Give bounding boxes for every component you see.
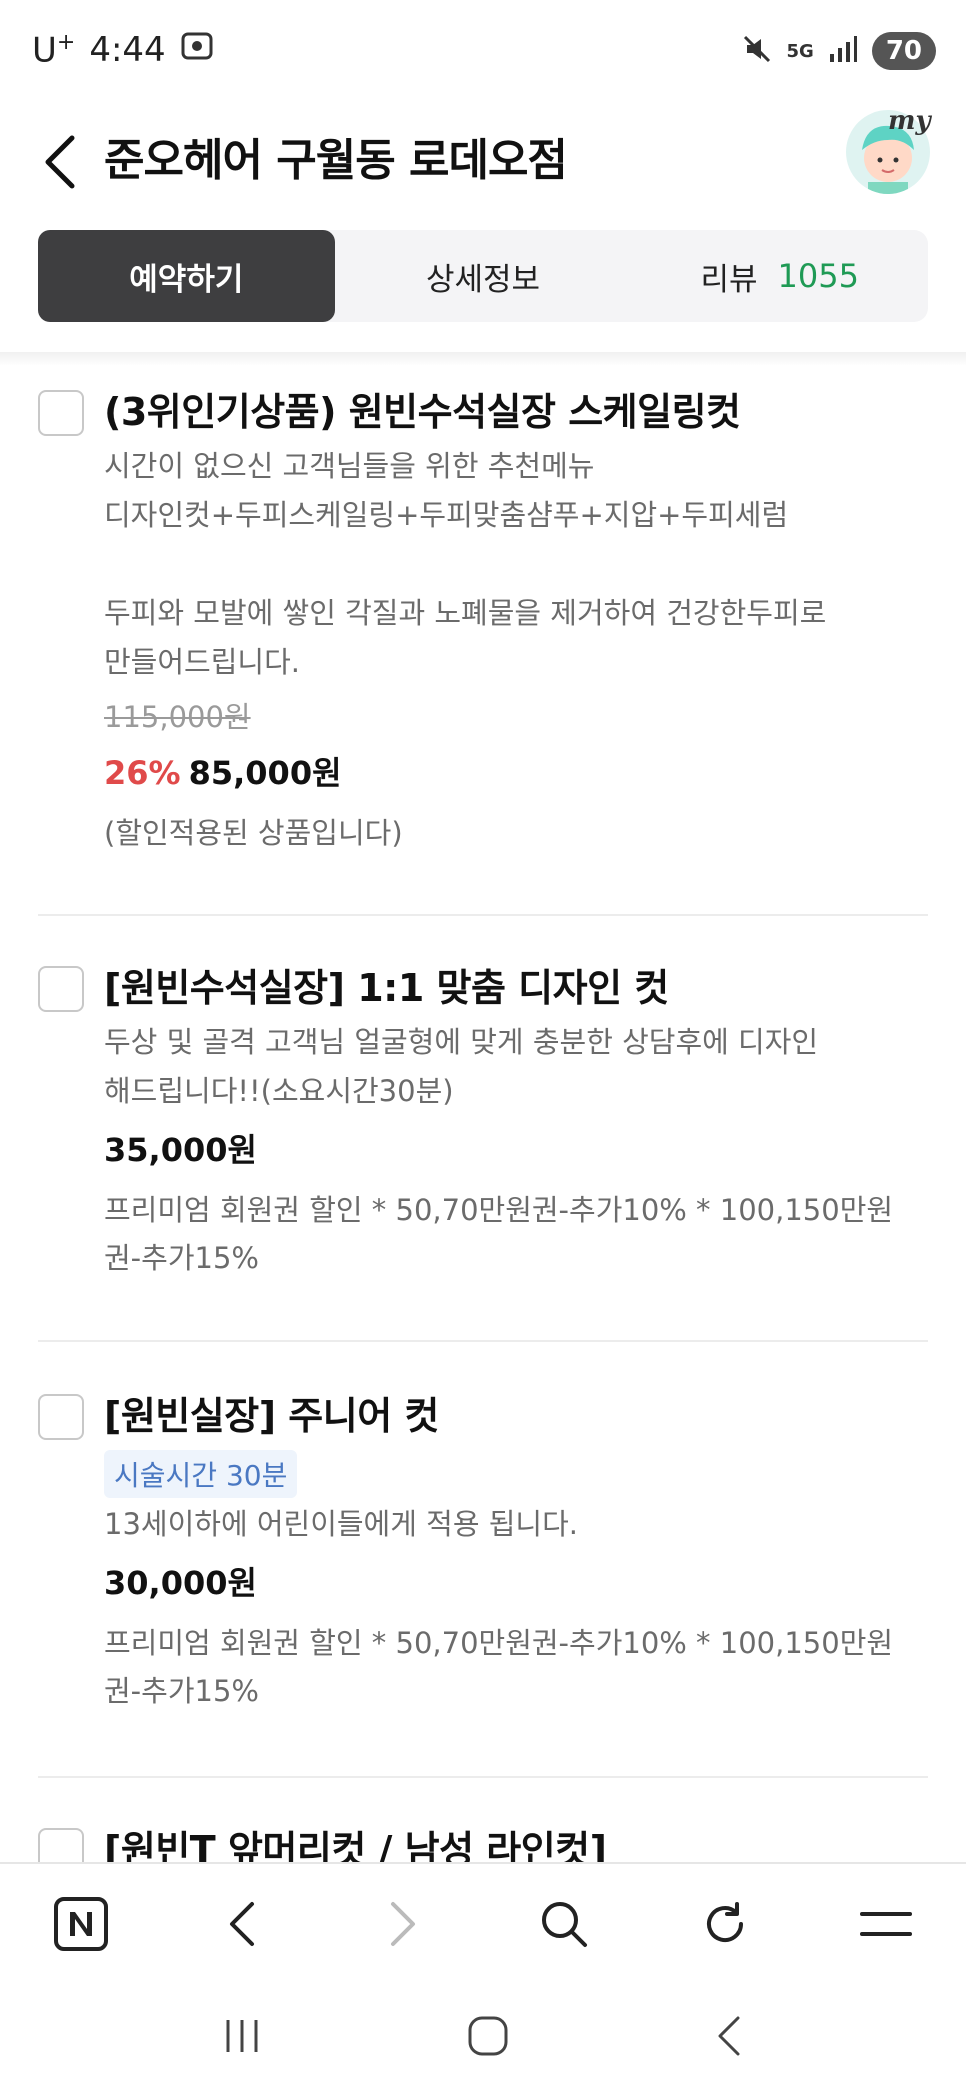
item-title[interactable]: [원빈수석실장] 1:1 맞춤 디자인 컷 (104, 960, 928, 1016)
duration-badge: 시술시간 30분 (104, 1450, 298, 1498)
back-button[interactable] (38, 126, 82, 196)
chevron-left-icon (45, 135, 75, 189)
chevron-left-icon (718, 2016, 740, 2055)
divider (38, 1776, 928, 1778)
item-description: 13세이하에 어린이들에게 적용 됩니다. (104, 1507, 578, 1541)
item-title[interactable]: [원빈실장] 주니어 컷 (104, 1388, 928, 1444)
status-time: 4:44 (89, 30, 166, 71)
item-title[interactable]: (3위인기상품) 원빈수석실장 스케일링컷 (104, 384, 928, 440)
item-price-row: 26% 85,000원 (104, 749, 928, 797)
browser-toolbar (0, 1862, 966, 1984)
browser-search-button[interactable] (524, 1884, 604, 1964)
recent-apps-button[interactable] (222, 2018, 262, 2058)
refresh-icon (706, 1902, 743, 1942)
divider (38, 914, 928, 916)
home-button[interactable] (467, 2015, 509, 2061)
item-body: (3위인기상품) 원빈수석실장 스케일링컷 시간이 없으신 고객님들을 위한 추… (104, 384, 928, 857)
status-bar: U+ 4:44 5G 70 (0, 0, 966, 110)
tab-reviews[interactable]: 리뷰 1055 (631, 230, 928, 322)
tab-shadow (0, 352, 966, 366)
battery-badge: 70 (871, 32, 936, 70)
tab-label: 상세정보 (425, 261, 541, 298)
item-body: [원빈실장] 주니어 컷 시술시간 30분 13세이하에 어린이들에게 적용 됩… (104, 1388, 928, 1715)
browser-menu-button[interactable] (846, 1884, 926, 1964)
mute-icon (741, 33, 773, 69)
signal-icon (828, 34, 858, 68)
browser-back-button[interactable] (202, 1884, 282, 1964)
item-note: 프리미엄 회원권 할인 * 50,70만원권-추가10% * 100,150만원… (104, 1626, 894, 1708)
system-nav-bar (0, 1982, 966, 2093)
tab-label: 리뷰 (700, 261, 758, 298)
review-count: 1055 (777, 257, 859, 295)
item-checkbox[interactable] (38, 966, 84, 1012)
page-title: 준오헤어 구월동 로데오점 (104, 135, 568, 186)
item-price: 35,000원 (104, 1131, 257, 1169)
naver-home-button[interactable] (41, 1884, 121, 1964)
avatar-my-label: my (888, 106, 931, 136)
browser-forward-button[interactable] (363, 1884, 443, 1964)
search-icon (541, 1902, 587, 1947)
tab-bar: 예약하기 상세정보 리뷰 1055 (38, 230, 928, 322)
carrier-label: U+ (32, 30, 76, 71)
browser-refresh-button[interactable] (685, 1884, 765, 1964)
item-price: 30,000원 (104, 1564, 257, 1602)
tab-label: 예약하기 (129, 261, 244, 298)
chevron-left-icon (229, 1902, 254, 1946)
recent-apps-icon (226, 2019, 258, 2052)
item-description: 두상 및 골격 고객님 얼굴형에 맞게 충분한 상담후에 디자인 해드립니다!!… (104, 1025, 819, 1108)
original-price: 115,000원 (104, 700, 251, 734)
discount-rate: 26% (104, 754, 181, 792)
home-icon (468, 2016, 508, 2055)
item-note: (할인적용된 상품입니다) (104, 816, 403, 850)
status-left: U+ 4:44 (32, 30, 214, 70)
status-right: 5G 70 (741, 32, 936, 70)
network-label: 5G (786, 40, 814, 62)
page-header: 준오헤어 구월동 로데오점 my (0, 106, 966, 230)
tab-details[interactable]: 상세정보 (335, 230, 632, 322)
item-checkbox[interactable] (38, 1394, 84, 1440)
tab-reservation[interactable]: 예약하기 (38, 230, 335, 322)
item-checkbox[interactable] (38, 390, 84, 436)
screenshot-icon (180, 30, 214, 70)
system-back-button[interactable] (714, 2014, 744, 2062)
item-description: 시간이 없으신 고객님들을 위한 추천메뉴 디자인컷+두피스케일링+두피맞춤샴푸… (104, 449, 827, 679)
naver-n-icon (53, 1897, 108, 1951)
divider (38, 1340, 928, 1342)
item-price: 85,000원 (188, 754, 342, 792)
menu-icon (859, 1912, 912, 1936)
item-note: 프리미엄 회원권 할인 * 50,70만원권-추가10% * 100,150만원… (104, 1193, 894, 1275)
item-body: [원빈수석실장] 1:1 맞춤 디자인 컷 두상 및 골격 고객님 얼굴형에 맞… (104, 960, 928, 1282)
chevron-right-icon (390, 1902, 415, 1946)
